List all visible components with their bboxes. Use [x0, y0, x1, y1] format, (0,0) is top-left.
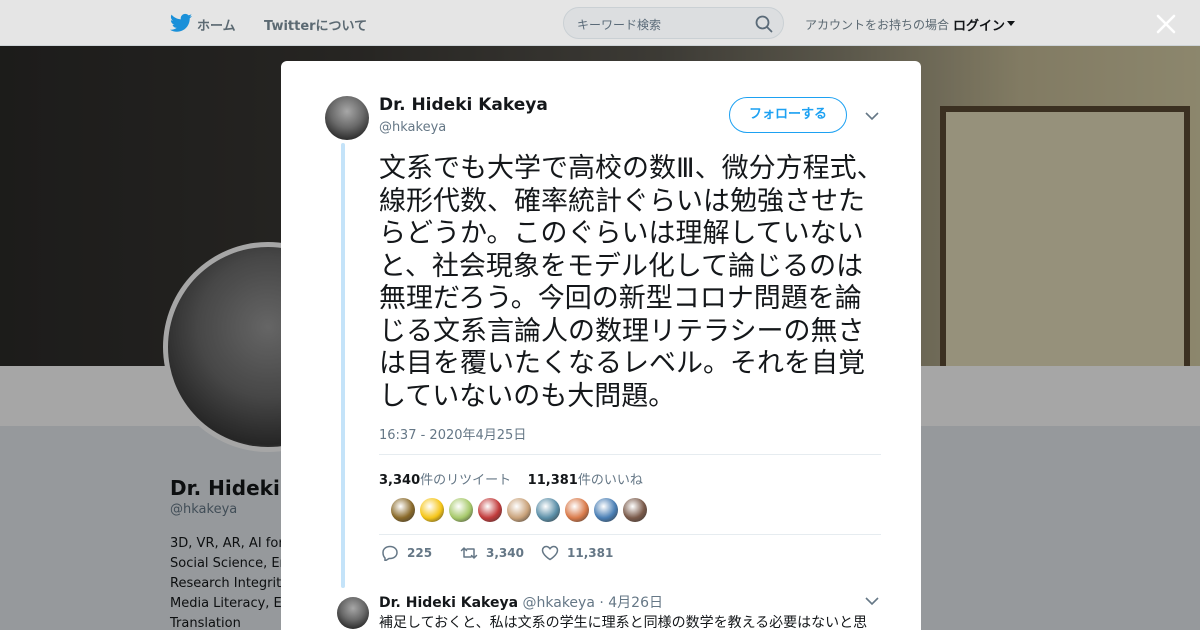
reply-count: 225	[407, 546, 433, 560]
liker-avatar[interactable]	[623, 498, 647, 522]
retweet-action-count: 3,340	[486, 546, 524, 560]
liker-avatar[interactable]	[391, 498, 415, 522]
liker-avatar[interactable]	[565, 498, 589, 522]
divider	[379, 534, 881, 535]
like-action[interactable]: 11,381	[541, 545, 613, 561]
liker-avatar[interactable]	[449, 498, 473, 522]
liker-avatar[interactable]	[507, 498, 531, 522]
reply-icon[interactable]	[381, 545, 399, 561]
chevron-down-icon[interactable]	[865, 111, 879, 121]
author-handle[interactable]: @hkakeya	[379, 120, 446, 135]
heart-icon[interactable]	[541, 545, 559, 561]
retweet-icon[interactable]	[460, 545, 478, 561]
reply-author-avatar[interactable]	[337, 597, 369, 629]
tweet-timestamp[interactable]: 16:37 - 2020年4月25日	[379, 424, 526, 443]
author-name[interactable]: Dr. Hideki Kakeya	[379, 95, 548, 115]
close-icon[interactable]	[1155, 13, 1177, 35]
reply-author-handle[interactable]: @hkakeya	[523, 595, 595, 611]
like-action-count: 11,381	[567, 546, 614, 560]
tweet-modal: Dr. Hideki Kakeya @hkakeya フォローする 文系でも大学…	[281, 61, 921, 630]
reply-header: Dr. Hideki Kakeya @hkakeya · 4月26日	[379, 592, 663, 612]
author-avatar[interactable]	[325, 96, 369, 140]
tweet-text: 文系でも大学で高校の数Ⅲ、微分方程式、線形代数、確率統計ぐらいは勉強させたらどう…	[379, 153, 884, 412]
chevron-down-icon[interactable]	[865, 596, 879, 606]
liker-avatar[interactable]	[478, 498, 502, 522]
liker-avatar[interactable]	[594, 498, 618, 522]
reply-separator: ·	[599, 595, 604, 611]
reply-author-name[interactable]: Dr. Hideki Kakeya	[379, 595, 518, 611]
reply-date[interactable]: 4月26日	[608, 595, 663, 611]
reply-text: 補足しておくと、私は文系の学生に理系と同様の数学を教える必要はないと思	[379, 615, 868, 630]
follow-button[interactable]: フォローする	[729, 97, 847, 133]
liker-avatars	[379, 486, 881, 534]
liker-avatar[interactable]	[420, 498, 444, 522]
liker-avatar[interactable]	[536, 498, 560, 522]
modal-overlay-top	[0, 0, 1200, 46]
reply-action[interactable]: 225	[381, 545, 432, 561]
thread-line	[341, 143, 345, 588]
divider	[379, 454, 881, 455]
retweet-action[interactable]: 3,340	[460, 545, 524, 561]
